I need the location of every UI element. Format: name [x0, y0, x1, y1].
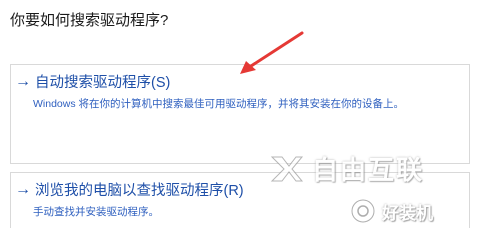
- browse-title: 浏览我的电脑以查找驱动程序(R): [35, 183, 244, 199]
- question-heading: 你要如何搜索驱动程序?: [10, 12, 169, 29]
- brand-watermark-text: 自由互联: [312, 155, 425, 185]
- arrow-right-icon: →: [15, 180, 31, 198]
- secondary-watermark: 好装机: [350, 198, 433, 224]
- secondary-watermark-text: 好装机: [382, 203, 433, 223]
- browse-description: 手动查找并安装驱动程序。: [33, 206, 159, 218]
- brand-watermark: 自由互联: [270, 150, 424, 187]
- auto-search-description: Windows 将在你的计算机中搜索最佳可用驱动程序，并将其安装在你的设备上。: [33, 98, 405, 110]
- auto-search-option[interactable]: → 自动搜索驱动程序(S) Windows 将在你的计算机中搜索最佳可用驱动程序…: [10, 64, 470, 164]
- brand-logo-icon: [270, 156, 304, 181]
- arrow-right-icon: →: [15, 72, 31, 90]
- secondary-logo-icon: [351, 199, 375, 223]
- auto-search-title: 自动搜索驱动程序(S): [35, 75, 171, 91]
